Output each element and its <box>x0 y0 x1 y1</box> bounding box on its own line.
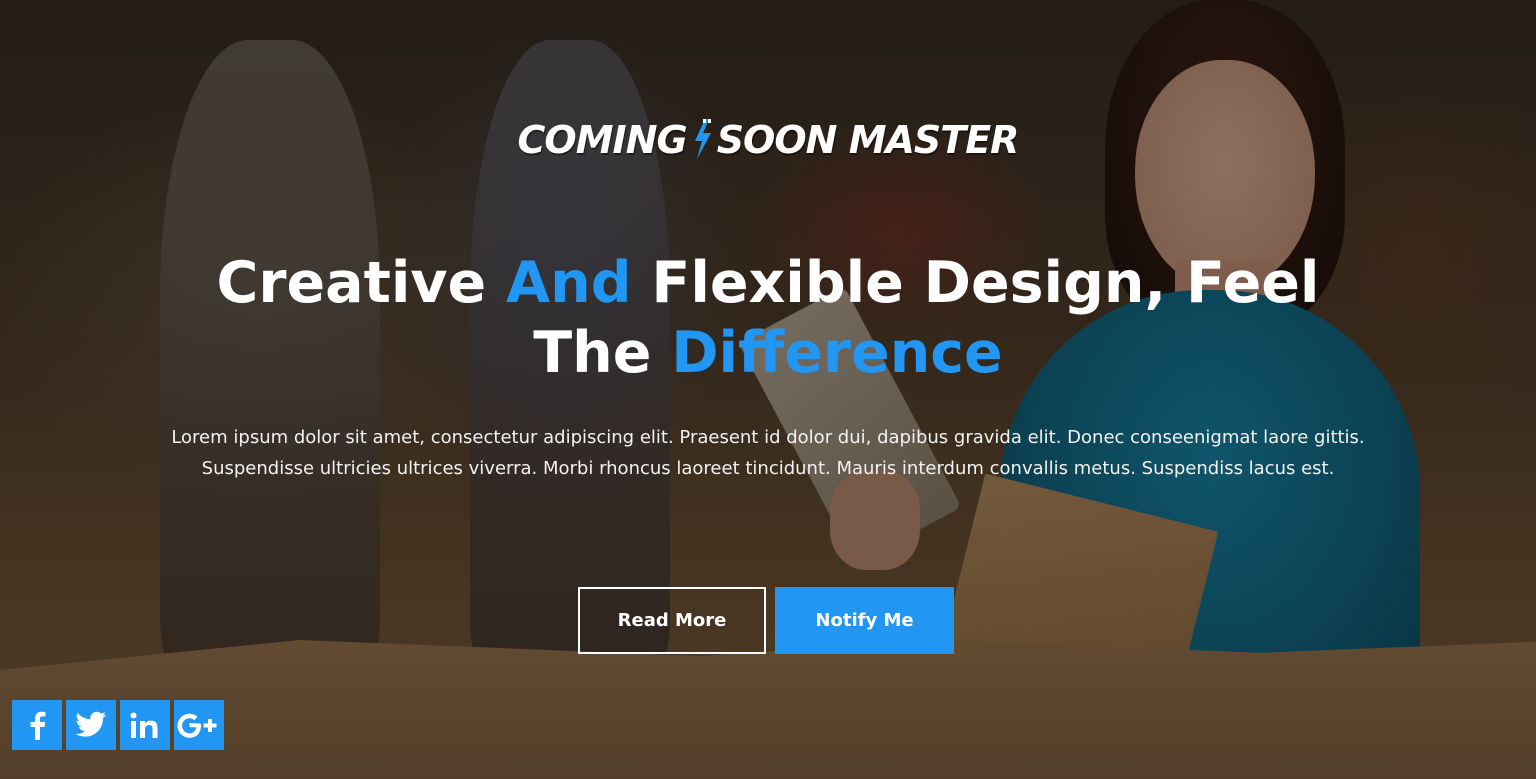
headline-part: Creative <box>216 250 507 316</box>
headline-accent: Difference <box>671 320 1003 386</box>
twitter-icon[interactable] <box>66 700 116 750</box>
google-plus-icon[interactable] <box>174 700 224 750</box>
linkedin-icon[interactable] <box>120 700 170 750</box>
logo-text-left: COMING <box>517 118 688 162</box>
plug-bolt-icon <box>689 117 715 162</box>
facebook-icon[interactable] <box>12 700 62 750</box>
social-links <box>12 700 224 750</box>
dark-overlay <box>0 0 1536 779</box>
notify-me-button[interactable]: Notify Me <box>775 587 954 654</box>
logo-text-right: SOON MASTER <box>716 118 1020 162</box>
hero-description: Lorem ipsum dolor sit amet, consectetur … <box>171 427 1365 479</box>
site-logo: COMING SOON MASTER <box>0 117 1536 162</box>
read-more-button[interactable]: Read More <box>578 587 766 654</box>
headline-accent: And <box>506 250 632 316</box>
hero-headline: Creative And Flexible Design, Feel The D… <box>0 248 1536 388</box>
